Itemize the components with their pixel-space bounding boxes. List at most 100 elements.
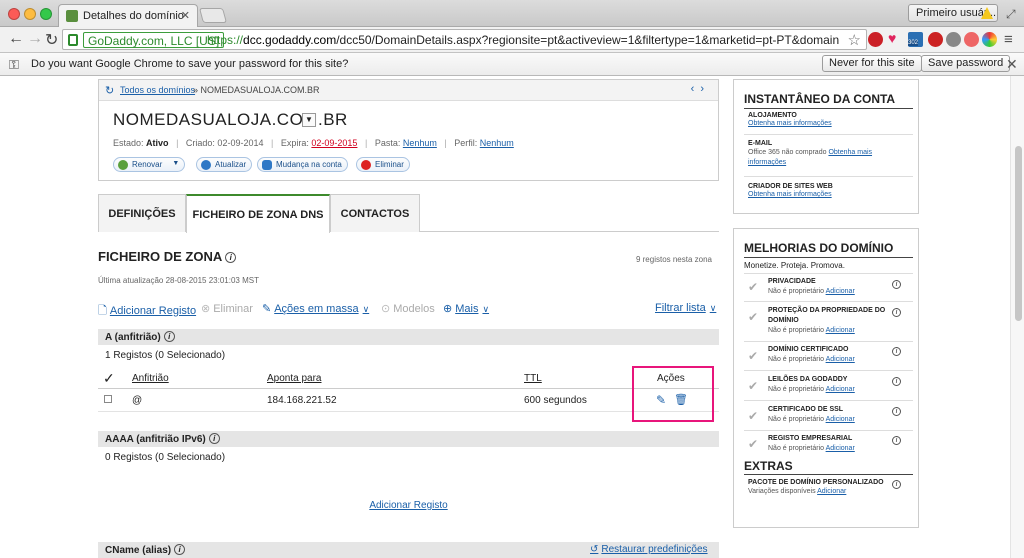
perfil-link[interactable]: Nenhum: [480, 138, 514, 148]
expira-date-link[interactable]: 02-09-2015: [311, 138, 357, 148]
models-icon: ⊙: [381, 303, 391, 315]
improvement-add-link[interactable]: Adicionar: [826, 356, 855, 363]
info-icon[interactable]: i: [892, 377, 901, 386]
zoom-window-button[interactable]: [40, 8, 52, 20]
extras-item-title: PACOTE DE DOMÍNIO PERSONALIZADO: [748, 479, 884, 486]
col-host[interactable]: Anfitrião: [132, 373, 169, 384]
select-all-check-icon[interactable]: ✓: [103, 370, 115, 387]
info-icon[interactable]: i: [174, 544, 186, 555]
tab-definicoes[interactable]: DEFINIÇÕES: [98, 194, 186, 232]
improvements-title: MELHORIAS DO DOMÍNIO: [744, 241, 894, 255]
section-a-host[interactable]: A (anfitrião) i: [98, 329, 719, 345]
improvement-item-auctions: LEILÕES DA GODADDY Não é proprietário Adi…: [768, 375, 888, 395]
improvement-add-link[interactable]: Adicionar: [826, 288, 855, 295]
atualizar-button[interactable]: Atualizar: [196, 157, 253, 172]
snapshot-item-link[interactable]: Obtenha mais informações: [748, 191, 832, 198]
page-scrollbar[interactable]: [1010, 76, 1024, 558]
info-icon[interactable]: i: [892, 308, 901, 317]
more-label: Mais: [455, 303, 479, 315]
pinterest-icon[interactable]: [868, 32, 883, 47]
improvement-add-link[interactable]: Adicionar: [826, 327, 855, 334]
actions-highlight-box: [632, 366, 714, 422]
bulk-actions-link[interactable]: ✎ Ações em massa ∨: [262, 302, 369, 315]
mudanca-conta-button[interactable]: Mudança na conta: [257, 157, 348, 172]
extension-pink-icon[interactable]: [964, 32, 979, 47]
close-window-button[interactable]: [8, 8, 20, 20]
restore-defaults-link[interactable]: ↺ Restaurar predefinições: [590, 544, 708, 555]
improvement-add-link[interactable]: Adicionar: [826, 416, 855, 423]
profile-button[interactable]: Primeiro usuár...: [908, 4, 998, 22]
info-icon[interactable]: i: [892, 280, 901, 289]
domain-dropdown-button[interactable]: ▼: [302, 113, 316, 127]
minimize-window-button[interactable]: [24, 8, 36, 20]
infobar-message: Do you want Google Chrome to save your p…: [31, 58, 349, 70]
extension-badge-icon[interactable]: 302: [908, 32, 923, 47]
ev-certificate-label[interactable]: GoDaddy.com, LLC [US]: [83, 32, 225, 48]
eliminar-domain-button[interactable]: Eliminar: [356, 157, 410, 172]
url-text[interactable]: https://dcc.godaddy.com/dcc50/DomainDeta…: [207, 33, 839, 47]
address-bar[interactable]: GoDaddy.com, LLC [US] https://dcc.godadd…: [62, 29, 867, 50]
renovar-button[interactable]: Renovar ▼: [113, 157, 186, 172]
improvement-item-status: Não é proprietário: [768, 288, 825, 295]
filter-list-link[interactable]: Filtrar lista ∨: [655, 302, 716, 314]
breadcrumb-all-domains-link[interactable]: Todos os domínios: [120, 85, 195, 95]
improvement-item-status: Não é proprietário: [768, 386, 825, 393]
fullscreen-icon[interactable]: ⤢: [1006, 7, 1016, 22]
chrome-menu-icon[interactable]: ≡: [1004, 31, 1013, 48]
bookmark-star-icon[interactable]: ☆: [848, 31, 861, 49]
info-icon[interactable]: i: [225, 252, 237, 263]
improvement-item-title: DOMÍNIO CERTIFICADO: [768, 346, 849, 353]
browser-tab-bar: Detalhes do domínio ✕ Primeiro usuár... …: [0, 0, 1024, 27]
more-link[interactable]: ⊕ Mais ∨: [443, 302, 489, 315]
never-for-this-site-button[interactable]: Never for this site: [822, 55, 922, 72]
forward-arrow-icon[interactable]: →: [27, 30, 43, 48]
lock-icon: [68, 34, 78, 46]
add-record-link[interactable]: 🗋 Adicionar Registo: [98, 302, 196, 321]
prev-next-arrows[interactable]: ‹›: [691, 83, 710, 95]
col-points-to[interactable]: Aponta para: [267, 373, 322, 384]
tab-ficheiro-zona-dns[interactable]: FICHEIRO DE ZONA DNS: [186, 194, 330, 233]
heart-icon[interactable]: ♥: [888, 30, 903, 46]
extras-add-link[interactable]: Adicionar: [817, 488, 846, 495]
save-password-button[interactable]: Save password: [921, 55, 1011, 72]
infobar-close-icon[interactable]: ✕: [1006, 56, 1018, 73]
delete-icon: [361, 160, 371, 170]
add-document-icon: 🗋: [98, 305, 107, 317]
col-ttl[interactable]: TTL: [524, 373, 542, 384]
improvement-add-link[interactable]: Adicionar: [826, 386, 855, 393]
tab-contactos[interactable]: CONTACTOS: [330, 194, 420, 232]
info-icon[interactable]: i: [892, 480, 901, 489]
section-aaaa-host[interactable]: AAAA (anfitrião IPv6) i: [98, 431, 719, 447]
back-arrow-icon[interactable]: ←: [8, 30, 24, 48]
info-icon[interactable]: i: [163, 331, 175, 342]
tab-close-icon[interactable]: ✕: [181, 9, 190, 22]
info-icon[interactable]: i: [892, 407, 901, 416]
extension-colorful-icon[interactable]: [982, 32, 997, 47]
snapshot-item-link[interactable]: Obtenha mais informações: [748, 120, 832, 127]
pasta-link[interactable]: Nenhum: [403, 138, 437, 148]
check-icon: ✔: [748, 437, 759, 451]
browser-tab-active[interactable]: Detalhes do domínio ✕: [58, 4, 198, 27]
renew-icon: [118, 160, 128, 170]
breadcrumb: ↻ Todos os domínios » NOMEDASUALOJA.COM.…: [99, 80, 718, 101]
info-icon[interactable]: i: [892, 436, 901, 445]
reload-icon[interactable]: ↻: [45, 30, 58, 50]
info-icon[interactable]: i: [208, 433, 220, 444]
delete-records-link[interactable]: ⊗ Eliminar: [201, 302, 253, 315]
extension-red-icon[interactable]: [928, 32, 943, 47]
row-checkbox[interactable]: [104, 395, 112, 403]
info-icon[interactable]: i: [892, 347, 901, 356]
plus-circle-icon: ⊕: [443, 303, 453, 315]
row-host: @: [132, 395, 143, 406]
models-link[interactable]: ⊙ Modelos: [381, 302, 435, 315]
table-header: ✓ Anfitrião Aponta para TTL Ações: [98, 369, 719, 389]
update-icon: [201, 160, 211, 170]
aaaa-add-record-link[interactable]: Adicionar Registo: [369, 500, 447, 511]
new-tab-button[interactable]: [198, 8, 228, 23]
renovar-dropdown-icon[interactable]: ▼: [172, 160, 179, 167]
extension-grey-icon[interactable]: [946, 32, 961, 47]
refresh-icon[interactable]: ↻: [105, 84, 114, 97]
scrollbar-thumb[interactable]: [1015, 146, 1022, 321]
improvement-add-link[interactable]: Adicionar: [826, 445, 855, 452]
section-cname-title: CName (alias): [105, 545, 172, 556]
